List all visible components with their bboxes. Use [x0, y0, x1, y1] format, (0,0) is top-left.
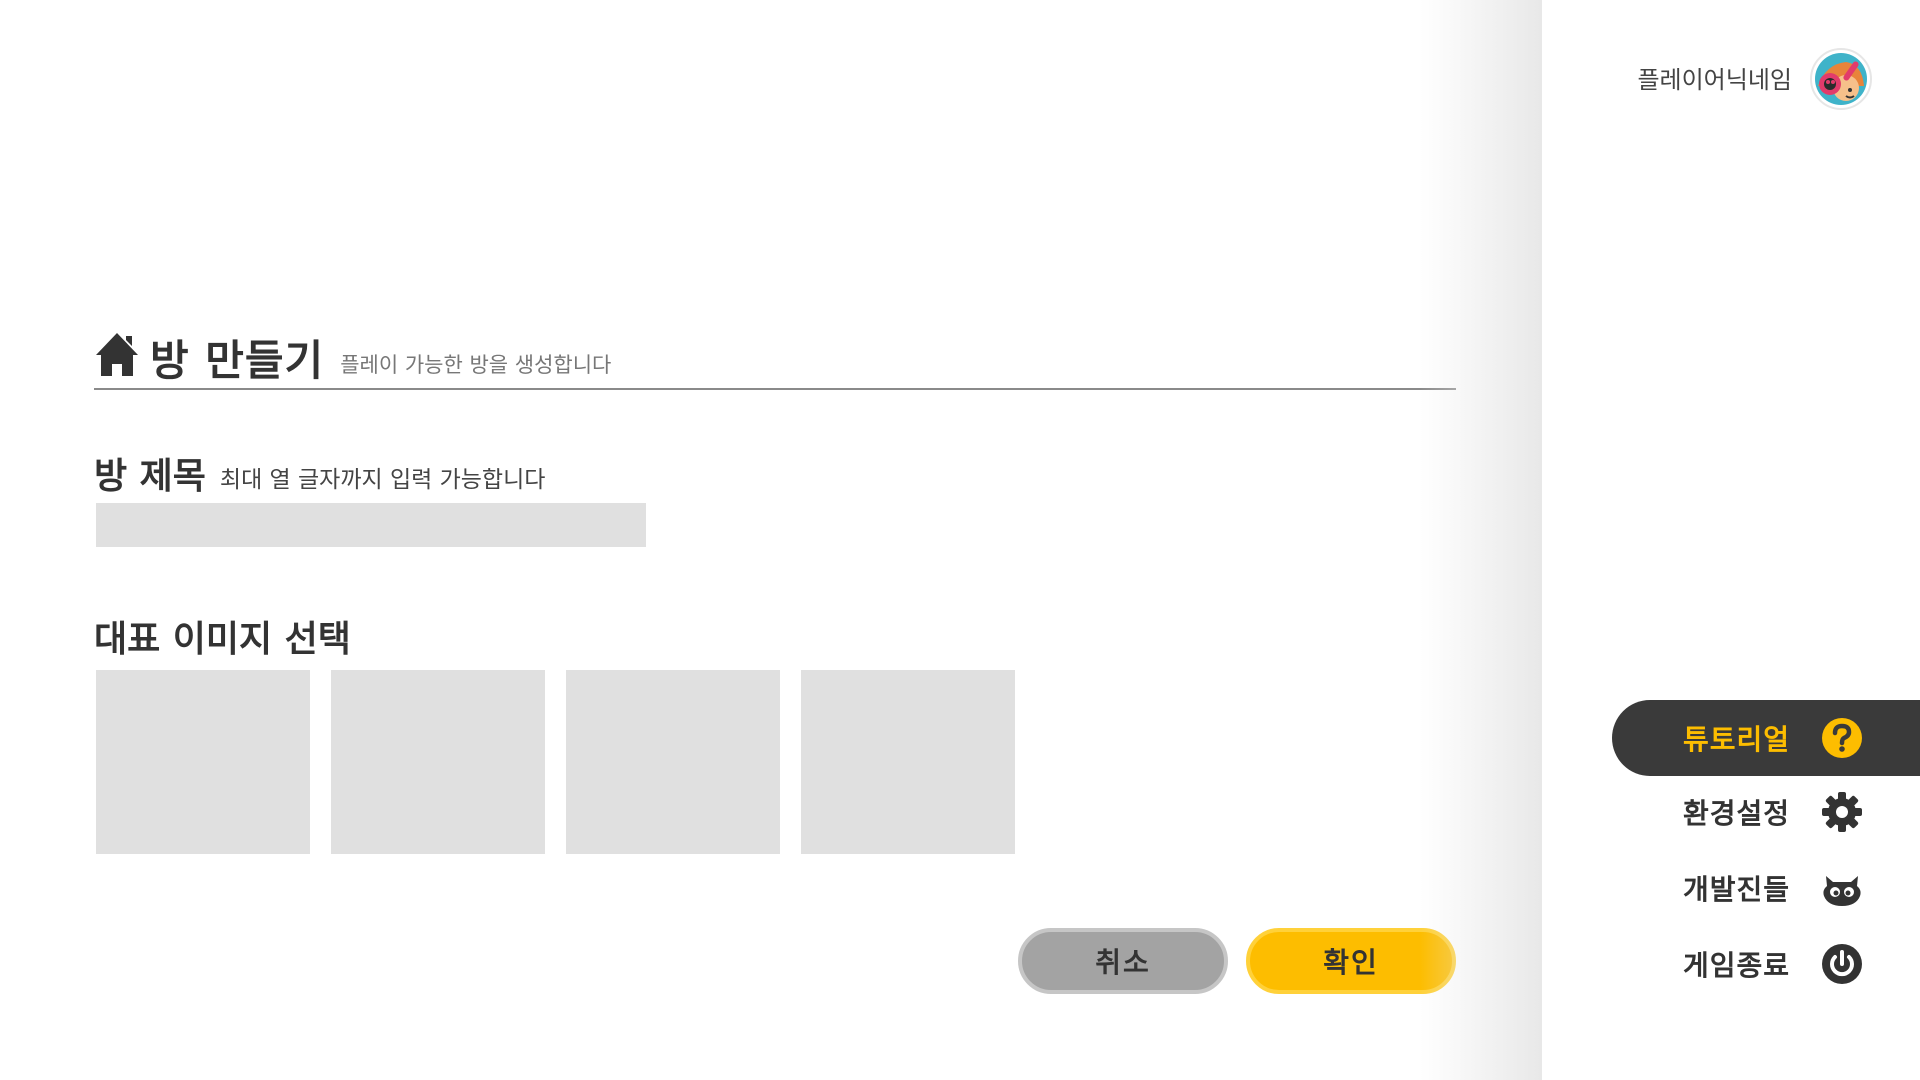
create-room-header: 방 만들기 플레이 가능한 방을 생성합니다	[94, 326, 1456, 390]
menu-item-label: 게임종료	[1682, 949, 1790, 982]
room-title-hint: 최대 열 글자까지 입력 가능합니다	[219, 467, 546, 493]
menu-item-quit[interactable]: 게임종료	[1612, 926, 1920, 1002]
avatar-image	[1815, 53, 1867, 105]
room-title-label-row: 방 제목 최대 열 글자까지 입력 가능합니다	[94, 448, 545, 498]
room-title-input[interactable]	[96, 503, 646, 547]
image-option-4[interactable]	[801, 670, 1015, 854]
create-room-panel: 방 만들기 플레이 가능한 방을 생성합니다 방 제목 최대 열 글자까지 입력…	[0, 0, 1540, 1080]
menu-item-label: 개발진들	[1682, 873, 1790, 906]
help-icon	[1822, 718, 1862, 758]
power-icon	[1822, 944, 1862, 984]
menu-item-label: 환경설정	[1682, 797, 1790, 830]
cancel-button[interactable]: 취소	[1018, 928, 1228, 994]
image-option-2[interactable]	[331, 670, 545, 854]
player-nickname: 플레이어닉네임	[1637, 66, 1792, 94]
menu-item-developers[interactable]: 개발진들	[1612, 850, 1920, 926]
avatar[interactable]	[1810, 48, 1872, 110]
menu-item-tutorial[interactable]: 튜토리얼	[1612, 700, 1920, 776]
developers-mascot-icon	[1823, 876, 1861, 906]
page-subtitle: 플레이 가능한 방을 생성합니다	[340, 353, 612, 377]
sidebar-shadow	[1420, 0, 1542, 1080]
gear-icon	[1822, 792, 1862, 832]
image-option-1[interactable]	[96, 670, 310, 854]
menu-item-label: 튜토리얼	[1682, 723, 1790, 756]
image-option-3[interactable]	[566, 670, 780, 854]
house-icon	[96, 333, 138, 376]
image-select-label: 대표 이미지 선택	[94, 619, 351, 660]
room-title-label: 방 제목	[94, 456, 206, 497]
page-title: 방 만들기	[150, 335, 325, 385]
menu-item-settings[interactable]: 환경설정	[1612, 774, 1920, 850]
